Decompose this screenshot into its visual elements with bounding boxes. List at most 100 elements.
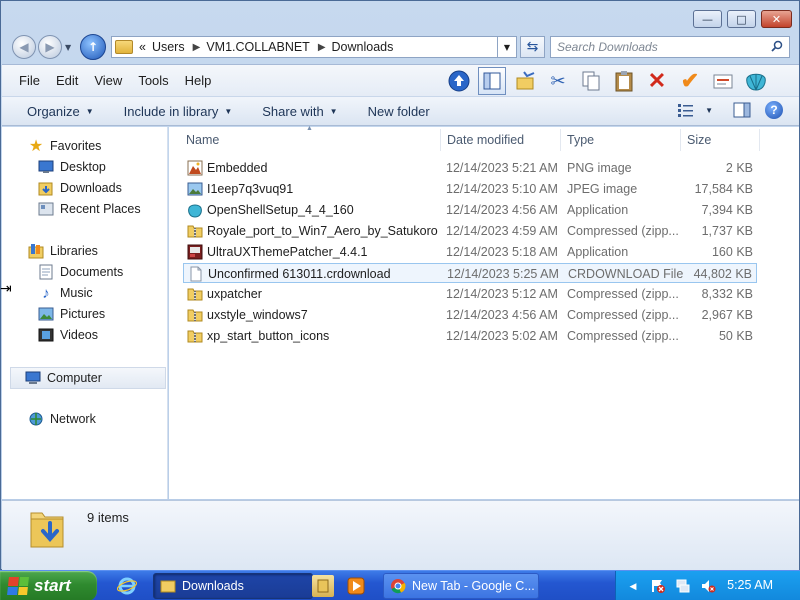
copy-icon[interactable] <box>577 67 605 95</box>
file-row[interactable]: Embedded 12/14/2023 5:21 AM PNG image 2 KB <box>183 158 757 178</box>
file-row[interactable]: Royale_port_to_Win7_Aero_by_Satukoro 12/1… <box>183 221 757 241</box>
file-size: 50 KB <box>718 329 753 343</box>
command-bar: Organize ▼ Include in library ▼ Share with… <box>2 96 799 126</box>
nav-pictures[interactable]: Pictures <box>38 304 105 324</box>
title-bar[interactable]: — □ ✕ <box>1 1 799 31</box>
close-button[interactable]: ✕ <box>761 10 792 28</box>
nav-libraries[interactable]: Libraries <box>28 241 98 261</box>
file-date-modified: 12/14/2023 4:59 AM <box>446 224 558 238</box>
delete-icon[interactable]: ✕ <box>643 67 671 95</box>
file-type: Compressed (zipp... <box>567 287 679 301</box>
menu-file[interactable]: File <box>19 73 40 88</box>
file-name: OpenShellSetup_4_4_160 <box>207 203 354 217</box>
help-icon[interactable]: ? <box>765 101 783 119</box>
file-row[interactable]: I1eep7q3vuq91 12/14/2023 5:10 AM JPEG imag… <box>183 179 757 199</box>
nav-music[interactable]: ♪ Music <box>38 283 92 303</box>
up-button[interactable]: ↑ <box>80 34 106 60</box>
back-button[interactable]: ◀ <box>12 35 36 59</box>
column-name[interactable]: Name <box>186 133 219 147</box>
maximize-button[interactable]: □ <box>727 10 756 28</box>
forward-button[interactable]: ▶ <box>38 35 62 59</box>
folder-quicklaunch-icon[interactable] <box>312 575 334 597</box>
nav-network[interactable]: Network <box>28 409 96 429</box>
nav-computer[interactable]: Computer <box>10 367 166 389</box>
nav-downloads[interactable]: Downloads <box>38 178 122 198</box>
chevron-down-icon[interactable]: ▼ <box>705 106 713 115</box>
breadcrumb-prefix[interactable]: « <box>139 40 146 54</box>
paste-icon[interactable] <box>610 67 638 95</box>
file-date-modified: 12/14/2023 4:56 AM <box>446 308 558 322</box>
breadcrumb-users[interactable]: Users <box>152 40 185 54</box>
menu-view[interactable]: View <box>94 73 122 88</box>
minimize-button[interactable]: — <box>693 10 722 28</box>
details-pane: 9 items <box>2 500 799 570</box>
security-flag-icon[interactable] <box>650 578 666 594</box>
nav-documents[interactable]: Documents <box>38 262 123 282</box>
taskbar-downloads[interactable]: Downloads <box>153 573 313 599</box>
search-input[interactable]: Search Downloads <box>550 36 790 58</box>
file-row[interactable]: Unconfirmed 613011.crdownload 12/14/2023 … <box>183 263 757 283</box>
taskbar-clock[interactable]: 5:25 AM <box>727 578 773 592</box>
folder-options-icon[interactable] <box>511 67 539 95</box>
column-divider[interactable] <box>560 129 561 151</box>
chevron-right-icon[interactable]: ▶ <box>318 42 326 53</box>
column-date-modified[interactable]: Date modified <box>447 133 524 147</box>
address-dropdown-icon[interactable]: ▼ <box>497 36 517 58</box>
breadcrumb-downloads[interactable]: Downloads <box>332 40 394 54</box>
share-label: Share with <box>262 103 324 119</box>
column-divider[interactable] <box>680 129 681 151</box>
menu-edit[interactable]: Edit <box>56 73 78 88</box>
checkmark-icon[interactable]: ✔ <box>676 67 704 95</box>
menu-help[interactable]: Help <box>185 73 212 88</box>
column-headers: ▲ Name Date modified Type Size <box>169 125 799 152</box>
start-button[interactable]: start <box>0 571 97 600</box>
chevron-left-icon[interactable]: ◀ <box>625 578 641 594</box>
network-tray-icon[interactable] <box>675 578 691 594</box>
internet-explorer-icon[interactable] <box>116 575 138 597</box>
folders-pane-icon[interactable] <box>478 67 506 95</box>
new-folder-button[interactable]: New folder <box>368 104 430 119</box>
taskbar-new-tab-chrome[interactable]: New Tab - Google C... <box>383 573 539 599</box>
file-row[interactable]: UltraUXThemePatcher_4.4.1 12/14/2023 5:18… <box>183 242 757 262</box>
menu-tools[interactable]: Tools <box>138 73 168 88</box>
column-size[interactable]: Size <box>687 133 711 147</box>
file-list: ▲ Name Date modified Type Size Embedded 1… <box>169 125 799 499</box>
column-type[interactable]: Type <box>567 133 594 147</box>
folder-icon <box>115 40 133 54</box>
nav-recent-places[interactable]: Recent Places <box>38 199 141 219</box>
refresh-button[interactable]: ⇆ <box>520 36 545 58</box>
up-folder-icon[interactable] <box>445 67 473 95</box>
file-row[interactable]: xp_start_button_icons 12/14/2023 5:02 AM C… <box>183 326 757 346</box>
media-player-icon[interactable] <box>345 575 367 597</box>
cut-icon[interactable]: ✂ <box>544 67 572 95</box>
search-icon[interactable] <box>771 40 783 52</box>
preview-pane-icon[interactable] <box>733 102 751 118</box>
include-in-library-button[interactable]: Include in library ▼ <box>124 104 233 119</box>
file-name: Royale_port_to_Win7_Aero_by_Satukoro <box>207 224 438 238</box>
chevron-right-icon[interactable]: ▶ <box>193 42 201 53</box>
view-options-icon[interactable] <box>677 102 695 118</box>
downloads-folder-icon <box>30 512 64 548</box>
libraries-icon <box>28 243 44 259</box>
sort-ascending-icon: ▲ <box>306 125 313 132</box>
file-row[interactable]: uxstyle_windows7 12/14/2023 4:56 AM Compre… <box>183 305 757 325</box>
column-divider[interactable] <box>440 129 441 151</box>
column-divider[interactable] <box>759 129 760 151</box>
nav-favorites[interactable]: ★ Favorites <box>28 136 102 156</box>
shell-icon[interactable] <box>742 67 770 95</box>
explorer-window: — □ ✕ ◀ ▶ ▼ ↑ « Users ▶ VM1.COLLABNET ▶ … <box>0 0 800 570</box>
breadcrumb-vm1[interactable]: VM1.COLLABNET <box>206 40 310 54</box>
file-row[interactable]: uxpatcher 12/14/2023 5:12 AM Compressed (z… <box>183 284 757 304</box>
nav-desktop[interactable]: Desktop <box>38 157 106 177</box>
properties-icon[interactable] <box>709 67 737 95</box>
address-bar[interactable]: « Users ▶ VM1.COLLABNET ▶ Downloads <box>111 36 517 58</box>
volume-muted-icon[interactable] <box>700 578 716 594</box>
recent-pages-dropdown-icon[interactable]: ▼ <box>65 43 71 52</box>
organize-button[interactable]: Organize ▼ <box>27 104 94 119</box>
forward-arrow-icon: ▶ <box>45 40 55 54</box>
share-with-button[interactable]: Share with ▼ <box>262 104 337 119</box>
computer-icon <box>25 370 41 386</box>
nav-label: Favorites <box>50 139 102 153</box>
nav-videos[interactable]: Videos <box>38 325 98 345</box>
file-row[interactable]: OpenShellSetup_4_4_160 12/14/2023 4:56 AM… <box>183 200 757 220</box>
